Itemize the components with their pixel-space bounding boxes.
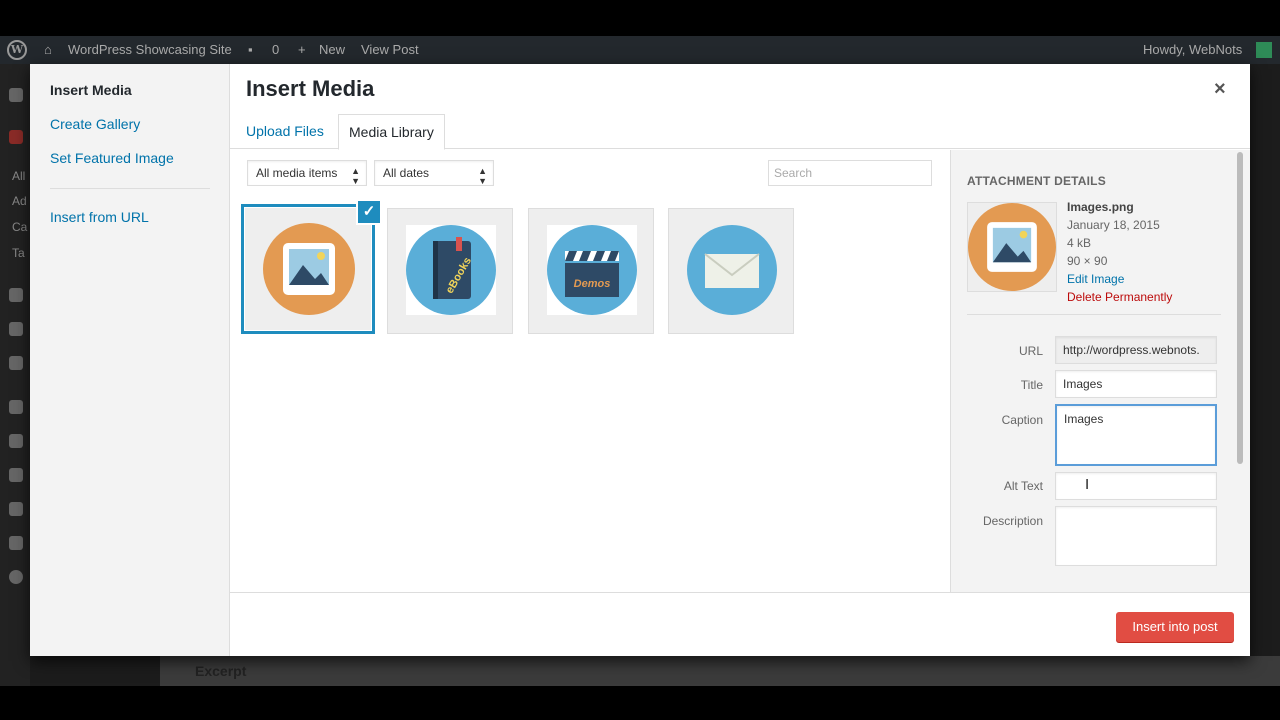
howdy-link[interactable]: Howdy, WebNots: [1143, 42, 1242, 57]
tab-media-library[interactable]: Media Library: [338, 114, 445, 150]
wp-admin-stage: W ⌂ WordPress Showcasing Site ▪ 0 + New …: [0, 36, 1280, 686]
menu-fragment: Ta: [12, 246, 25, 260]
menu-fragment: Ca: [12, 220, 28, 234]
attachment-thumbnail[interactable]: [668, 208, 794, 334]
attachment-filename: Images.png: [1067, 200, 1134, 214]
attachment-dimensions: 90 × 90: [1067, 254, 1108, 268]
image-icon: [263, 223, 355, 315]
alt-text-label: Alt Text: [1003, 479, 1043, 493]
modal-title: Insert Media: [246, 76, 375, 101]
title-label: Title: [1020, 378, 1043, 392]
close-icon[interactable]: ×: [1214, 78, 1226, 101]
description-label: Description: [982, 514, 1043, 528]
attachment-thumbnail[interactable]: eBooks: [387, 208, 513, 334]
attachments-browser: All media items ▲ ▼ All dates ▲ ▼ Search ✓: [230, 150, 950, 592]
menu-fragment: Ad: [12, 194, 27, 208]
view-post-link[interactable]: View Post: [361, 42, 419, 57]
settings-icon: [9, 536, 23, 550]
sidebar-scrollbar[interactable]: [1237, 152, 1243, 464]
url-label: URL: [1018, 344, 1043, 358]
alt-text-field[interactable]: [1055, 472, 1217, 500]
text-cursor-icon: I: [1085, 476, 1090, 493]
menu-insert-from-url[interactable]: Insert from URL: [50, 209, 149, 225]
edit-image-link[interactable]: Edit Image: [1067, 272, 1124, 286]
site-name-link[interactable]: WordPress Showcasing Site: [68, 42, 232, 57]
menu-set-featured-image[interactable]: Set Featured Image: [50, 150, 174, 166]
posts-icon: [9, 130, 23, 144]
avatar[interactable]: [1256, 42, 1272, 58]
clapperboard-icon: Demos: [547, 225, 637, 315]
attachment-details-heading: ATTACHMENT DETAILS: [967, 174, 1106, 188]
wordpress-logo-icon[interactable]: W: [7, 40, 27, 60]
menu-separator: [50, 188, 210, 189]
select-arrow-icon: ▲ ▼: [351, 166, 360, 186]
screen: W ⌂ WordPress Showcasing Site ▪ 0 + New …: [0, 0, 1280, 720]
excerpt-box: Excerpt: [160, 656, 1280, 686]
date-select[interactable]: All dates ▲ ▼: [374, 160, 494, 186]
attachment-size: 4 kB: [1067, 236, 1092, 250]
media-type-select[interactable]: All media items ▲ ▼: [247, 160, 367, 186]
tab-upload-files[interactable]: Upload Files: [236, 114, 334, 150]
collapse-icon: [9, 570, 23, 584]
delete-permanently-link[interactable]: Delete Permanently: [1067, 290, 1172, 304]
search-input[interactable]: Search: [768, 160, 932, 186]
admin-side-menu: All Ad Ca Ta: [0, 64, 30, 686]
modal-toolbar: Insert into post: [230, 592, 1250, 656]
envelope-icon: [687, 225, 777, 315]
date-value: All dates: [383, 166, 430, 180]
media-icon: [9, 288, 23, 302]
users-icon: [9, 468, 23, 482]
plugins-icon: [9, 434, 23, 448]
modal-tabs: Upload Files Media Library: [230, 114, 1250, 150]
pages-icon: [9, 322, 23, 336]
comments-icon[interactable]: ▪: [248, 42, 253, 57]
caption-textarea[interactable]: Images: [1055, 404, 1217, 466]
attachment-thumbnail[interactable]: ✓: [241, 199, 382, 334]
home-icon: ⌂: [44, 42, 52, 57]
media-modal: Insert Media Create Gallery Set Featured…: [30, 64, 1250, 656]
comments-count[interactable]: 0: [272, 42, 279, 57]
insert-into-post-button[interactable]: Insert into post: [1116, 612, 1234, 642]
comments-menu-icon: [9, 356, 23, 370]
image-icon: [968, 203, 1056, 291]
dashboard-icon: [9, 88, 23, 102]
attachment-preview: [967, 202, 1057, 292]
plus-icon: +: [298, 42, 306, 57]
caption-label: Caption: [1001, 413, 1043, 427]
new-link[interactable]: New: [319, 42, 345, 57]
menu-fragment: All: [12, 169, 26, 183]
media-menu: Insert Media Create Gallery Set Featured…: [30, 64, 230, 656]
description-textarea[interactable]: [1055, 506, 1217, 566]
menu-insert-media[interactable]: Insert Media: [50, 82, 132, 98]
tools-icon: [9, 502, 23, 516]
details-separator: [967, 314, 1221, 315]
select-arrow-icon: ▲ ▼: [478, 166, 487, 186]
media-type-value: All media items: [256, 166, 338, 180]
attachment-thumbnail[interactable]: Demos: [528, 208, 654, 334]
ebook-icon: eBooks: [406, 225, 496, 315]
attachment-details-sidebar: ATTACHMENT DETAILS Images.png January 18…: [950, 150, 1250, 592]
url-field[interactable]: http://wordpress.webnots.: [1055, 336, 1217, 364]
excerpt-label: Excerpt: [195, 663, 247, 679]
check-icon[interactable]: ✓: [356, 199, 382, 225]
attachment-date: January 18, 2015: [1067, 218, 1160, 232]
demos-label: Demos: [574, 278, 611, 290]
admin-bar: W ⌂ WordPress Showcasing Site ▪ 0 + New …: [0, 36, 1280, 64]
appearance-icon: [9, 400, 23, 414]
menu-create-gallery[interactable]: Create Gallery: [50, 116, 140, 132]
title-field[interactable]: Images: [1055, 370, 1217, 398]
